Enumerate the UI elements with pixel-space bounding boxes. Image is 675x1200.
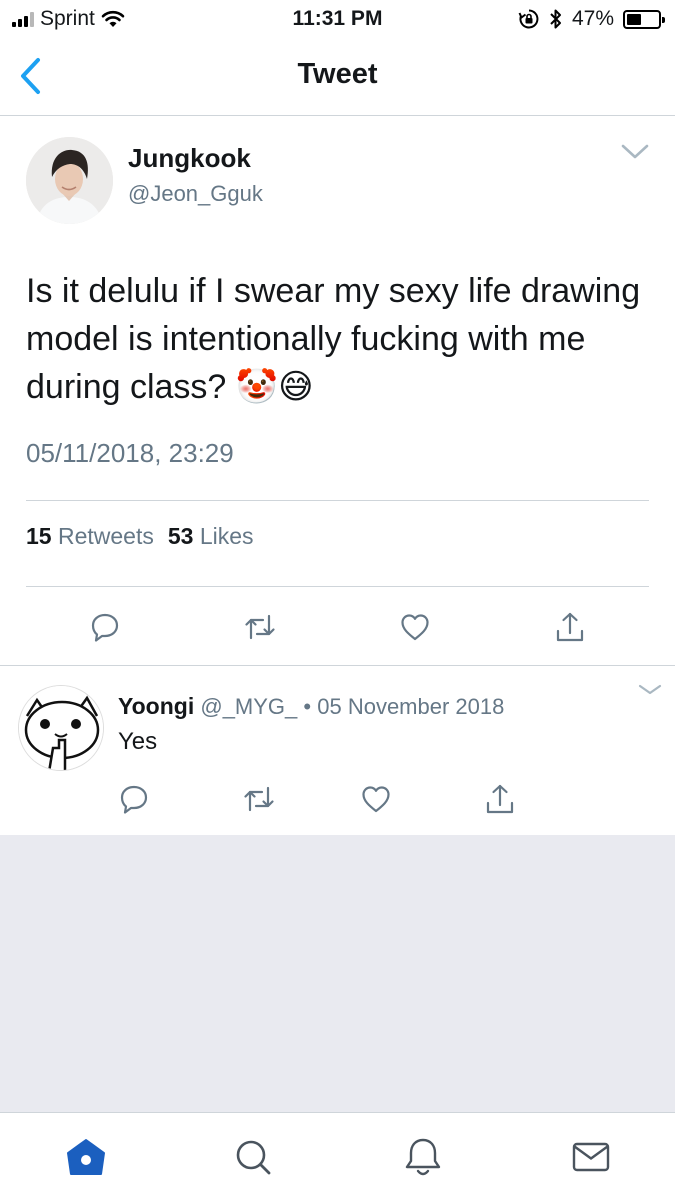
rotation-lock-icon <box>518 9 539 29</box>
reply-button[interactable] <box>116 781 152 817</box>
retweets-count: 15 <box>26 523 52 549</box>
share-icon <box>486 784 514 814</box>
reply-tweet[interactable]: Yoongi @_MYG_ • 05 November 2018 Yes <box>0 667 675 835</box>
main-tweet: Jungkook @Jeon_Gguk Is it delulu if I sw… <box>0 117 675 666</box>
like-icon <box>362 786 390 813</box>
retweets-stat[interactable]: 15 Retweets <box>26 523 154 550</box>
tab-bar <box>0 1112 675 1200</box>
author-handle[interactable]: @Jeon_Gguk <box>128 181 263 207</box>
like-button[interactable] <box>397 609 433 645</box>
page-title: Tweet <box>297 58 378 90</box>
tab-home[interactable] <box>64 1135 108 1179</box>
divider <box>26 500 649 501</box>
avatar-image <box>19 686 103 770</box>
nav-bar: Tweet <box>0 38 675 116</box>
status-bar: Sprint 11:31 PM 47% <box>0 0 675 38</box>
share-button[interactable] <box>482 781 518 817</box>
status-right: 47% <box>518 7 665 31</box>
reply-header: Yoongi @_MYG_ • 05 November 2018 <box>118 693 504 720</box>
reply-text: Yes <box>118 728 158 755</box>
tab-search[interactable] <box>231 1135 275 1179</box>
reply-avatar[interactable] <box>18 685 104 771</box>
avatar[interactable] <box>26 137 113 224</box>
author-name[interactable]: Jungkook <box>128 143 251 174</box>
search-icon <box>236 1140 271 1175</box>
battery-fill <box>627 13 641 25</box>
tab-notifications[interactable] <box>401 1135 445 1179</box>
reply-date: 05 November 2018 <box>317 694 505 719</box>
bluetooth-icon <box>550 9 561 29</box>
like-button[interactable] <box>358 781 394 817</box>
tab-messages[interactable] <box>569 1135 613 1179</box>
retweets-label: Retweets <box>57 523 154 549</box>
tweet-menu-button[interactable] <box>620 143 650 163</box>
like-icon <box>401 614 429 641</box>
retweet-button[interactable] <box>242 609 278 645</box>
home-icon <box>67 1139 105 1175</box>
likes-label: Likes <box>199 523 254 549</box>
chevron-down-icon <box>638 684 662 695</box>
reply-separator: • <box>303 694 312 719</box>
tweet-stats: 15 Retweets 53 Likes <box>26 523 254 550</box>
avatar-image <box>26 137 113 224</box>
tweet-text: Is it delulu if I swear my sexy life dra… <box>26 272 641 406</box>
share-button[interactable] <box>552 609 588 645</box>
retweet-button[interactable] <box>241 781 277 817</box>
reply-icon <box>91 613 119 642</box>
chevron-down-icon <box>621 144 649 159</box>
tweet-timestamp: 05/11/2018, 23:29 <box>26 438 234 468</box>
reply-button[interactable] <box>87 609 123 645</box>
reply-author-handle[interactable]: @_MYG_ <box>200 694 297 719</box>
notifications-icon <box>405 1138 441 1176</box>
battery-percent: 47% <box>571 7 614 30</box>
retweet-icon <box>244 786 274 812</box>
battery-icon <box>623 9 665 29</box>
likes-stat[interactable]: 53 Likes <box>168 523 254 550</box>
empty-area <box>0 835 675 1112</box>
retweet-icon <box>245 614 275 640</box>
reply-author-name[interactable]: Yoongi <box>118 693 194 719</box>
share-icon <box>556 612 584 642</box>
divider <box>26 586 649 587</box>
messages-icon <box>572 1142 610 1172</box>
reply-icon <box>120 785 148 814</box>
reply-menu-button[interactable] <box>637 683 663 699</box>
likes-count: 53 <box>167 523 194 549</box>
